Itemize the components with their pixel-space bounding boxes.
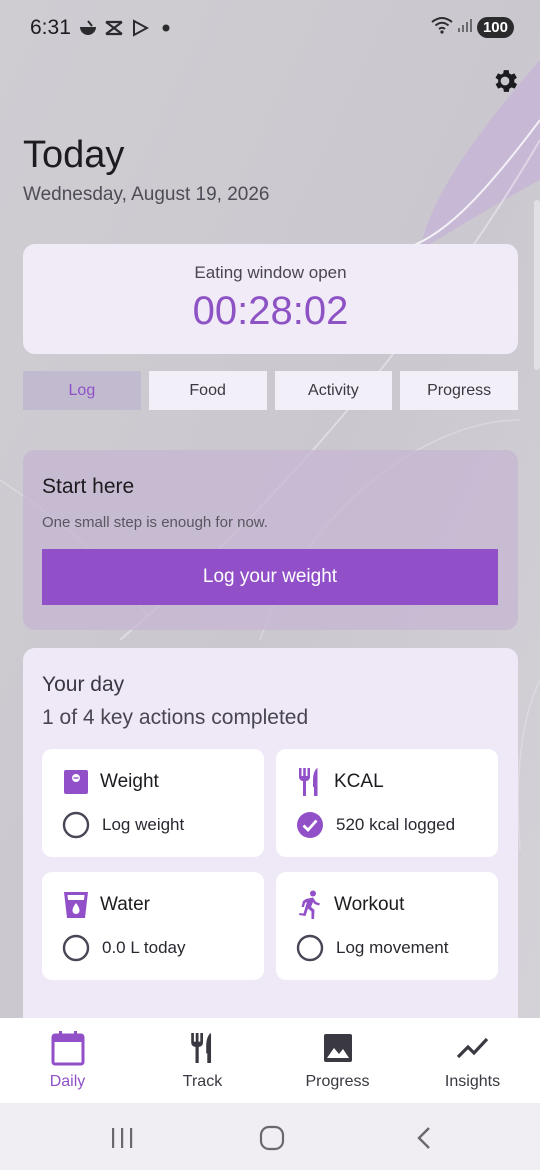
action-status: Log movement — [336, 938, 449, 957]
gear-icon — [495, 70, 518, 92]
log-weight-button[interactable]: Log your weight — [42, 549, 498, 605]
scale-icon — [62, 768, 90, 796]
battery-indicator: 100 — [476, 17, 514, 38]
your-day-progress: 1 of 4 key actions completed — [42, 706, 309, 729]
section-tabs: Log Food Activity Progress — [23, 371, 518, 410]
bottom-navigation: Daily Track Progress Insights — [0, 1018, 540, 1103]
capcut-notification-icon — [104, 18, 124, 38]
system-status-icons: 100 — [431, 16, 514, 39]
start-here-subtitle: One small step is enough for now. — [42, 514, 268, 531]
more-dot-icon — [156, 18, 176, 38]
action-tile-water[interactable]: Water 0.0 L today — [42, 872, 264, 980]
action-title: Workout — [334, 894, 405, 915]
status-time: 6:31 — [30, 16, 71, 39]
action-title: Weight — [100, 771, 159, 792]
page-date: Wednesday, August 19, 2026 — [23, 184, 270, 205]
fork-knife-icon — [185, 1030, 221, 1066]
nav-insights[interactable]: Insights — [405, 1018, 540, 1103]
recent-apps-button[interactable] — [107, 1125, 137, 1151]
signal-icon — [457, 17, 473, 38]
home-icon — [259, 1125, 285, 1151]
tab-log[interactable]: Log — [23, 371, 141, 410]
unchecked-circle-icon — [62, 934, 90, 962]
fork-knife-icon — [296, 768, 324, 796]
wifi-icon — [431, 16, 453, 39]
play-store-notification-icon — [130, 18, 150, 38]
your-day-title: Your day — [42, 673, 125, 696]
nav-label: Progress — [305, 1073, 370, 1090]
settings-button[interactable] — [488, 64, 522, 98]
recent-apps-icon — [112, 1128, 133, 1148]
checked-circle-icon — [296, 811, 324, 839]
calendar-icon — [50, 1030, 86, 1066]
water-glass-icon — [62, 891, 90, 919]
nav-label: Daily — [49, 1073, 86, 1090]
your-day-card: Your day 1 of 4 key actions completed We… — [23, 648, 518, 1048]
nav-label: Track — [182, 1073, 223, 1090]
home-button[interactable] — [257, 1125, 287, 1151]
start-here-title: Start here — [42, 475, 135, 498]
action-status: 520 kcal logged — [336, 815, 456, 834]
system-navigation-bar — [0, 1103, 540, 1170]
nav-track[interactable]: Track — [135, 1018, 270, 1103]
eating-window-card: Eating window open 00:28:02 — [23, 244, 518, 354]
back-icon — [417, 1127, 430, 1149]
start-here-card: Start here One small step is enough for … — [23, 450, 518, 630]
status-bar: 6:31 100 — [0, 0, 540, 58]
action-tile-workout[interactable]: Workout Log movement — [276, 872, 498, 980]
back-button[interactable] — [409, 1125, 439, 1151]
tab-activity[interactable]: Activity — [274, 371, 393, 410]
action-title: Water — [100, 894, 150, 915]
tab-progress[interactable]: Progress — [400, 371, 518, 410]
bowl-notification-icon — [78, 18, 98, 38]
image-icon — [320, 1030, 356, 1066]
action-status: Log weight — [102, 815, 185, 834]
nav-progress[interactable]: Progress — [270, 1018, 405, 1103]
running-person-icon — [296, 890, 324, 919]
action-tile-kcal[interactable]: KCAL 520 kcal logged — [276, 749, 498, 857]
action-title: KCAL — [334, 771, 384, 792]
action-status: 0.0 L today — [102, 938, 186, 957]
trend-line-icon — [455, 1030, 491, 1066]
nav-label: Insights — [444, 1073, 501, 1090]
notification-icons — [78, 18, 176, 38]
nav-daily[interactable]: Daily — [0, 1018, 135, 1103]
unchecked-circle-icon — [62, 811, 90, 839]
tab-food[interactable]: Food — [148, 371, 267, 410]
eating-window-label: Eating window open — [194, 263, 347, 282]
action-tile-weight[interactable]: Weight Log weight — [42, 749, 264, 857]
eating-window-timer: 00:28:02 — [192, 289, 349, 333]
page-title: Today — [23, 134, 125, 176]
unchecked-circle-icon — [296, 934, 324, 962]
